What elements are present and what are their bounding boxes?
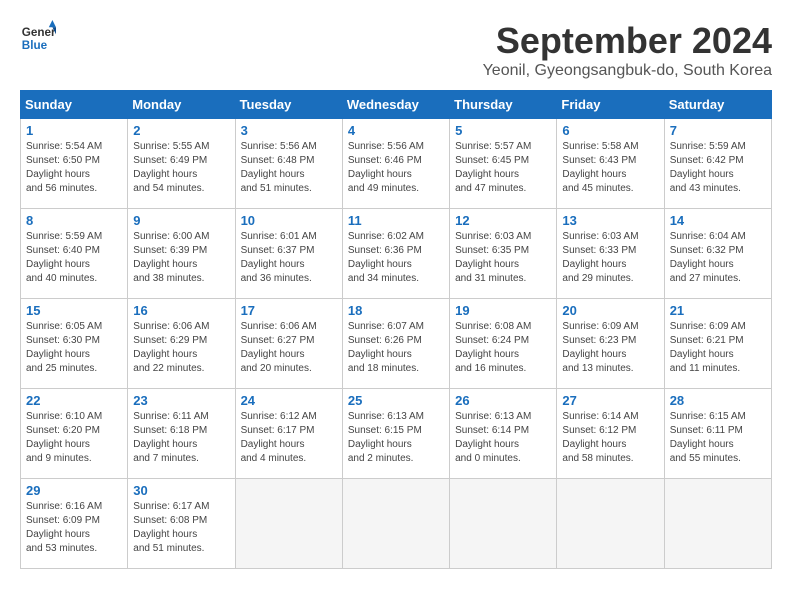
header-tuesday: Tuesday: [235, 91, 342, 119]
table-row: 24Sunrise: 6:12 AMSunset: 6:17 PMDayligh…: [235, 389, 342, 479]
table-row: 6Sunrise: 5:58 AMSunset: 6:43 PMDaylight…: [557, 119, 664, 209]
table-row: 22Sunrise: 6:10 AMSunset: 6:20 PMDayligh…: [21, 389, 128, 479]
header-thursday: Thursday: [450, 91, 557, 119]
table-row: 21Sunrise: 6:09 AMSunset: 6:21 PMDayligh…: [664, 299, 771, 389]
table-row: 13Sunrise: 6:03 AMSunset: 6:33 PMDayligh…: [557, 209, 664, 299]
table-row: 3Sunrise: 5:56 AMSunset: 6:48 PMDaylight…: [235, 119, 342, 209]
table-row: 26Sunrise: 6:13 AMSunset: 6:14 PMDayligh…: [450, 389, 557, 479]
table-row: 29Sunrise: 6:16 AMSunset: 6:09 PMDayligh…: [21, 479, 128, 569]
table-row: 9Sunrise: 6:00 AMSunset: 6:39 PMDaylight…: [128, 209, 235, 299]
table-row: 27Sunrise: 6:14 AMSunset: 6:12 PMDayligh…: [557, 389, 664, 479]
table-row: [342, 479, 449, 569]
week-row-5: 29Sunrise: 6:16 AMSunset: 6:09 PMDayligh…: [21, 479, 772, 569]
table-row: 8Sunrise: 5:59 AMSunset: 6:40 PMDaylight…: [21, 209, 128, 299]
table-row: 18Sunrise: 6:07 AMSunset: 6:26 PMDayligh…: [342, 299, 449, 389]
calendar-body: 1Sunrise: 5:54 AMSunset: 6:50 PMDaylight…: [21, 119, 772, 569]
header-wednesday: Wednesday: [342, 91, 449, 119]
table-row: 30Sunrise: 6:17 AMSunset: 6:08 PMDayligh…: [128, 479, 235, 569]
table-row: 23Sunrise: 6:11 AMSunset: 6:18 PMDayligh…: [128, 389, 235, 479]
week-row-2: 8Sunrise: 5:59 AMSunset: 6:40 PMDaylight…: [21, 209, 772, 299]
week-row-1: 1Sunrise: 5:54 AMSunset: 6:50 PMDaylight…: [21, 119, 772, 209]
header-saturday: Saturday: [664, 91, 771, 119]
logo-icon: General Blue: [20, 20, 56, 56]
table-row: [664, 479, 771, 569]
svg-text:Blue: Blue: [22, 39, 48, 52]
table-row: 1Sunrise: 5:54 AMSunset: 6:50 PMDaylight…: [21, 119, 128, 209]
table-row: 4Sunrise: 5:56 AMSunset: 6:46 PMDaylight…: [342, 119, 449, 209]
table-row: 25Sunrise: 6:13 AMSunset: 6:15 PMDayligh…: [342, 389, 449, 479]
page-header: General Blue September 2024 Yeonil, Gyeo…: [20, 20, 772, 80]
table-row: 15Sunrise: 6:05 AMSunset: 6:30 PMDayligh…: [21, 299, 128, 389]
title-section: September 2024 Yeonil, Gyeongsangbuk-do,…: [483, 20, 772, 80]
calendar-header-row: Sunday Monday Tuesday Wednesday Thursday…: [21, 91, 772, 119]
logo: General Blue: [20, 20, 56, 56]
table-row: 14Sunrise: 6:04 AMSunset: 6:32 PMDayligh…: [664, 209, 771, 299]
header-friday: Friday: [557, 91, 664, 119]
table-row: 10Sunrise: 6:01 AMSunset: 6:37 PMDayligh…: [235, 209, 342, 299]
table-row: 12Sunrise: 6:03 AMSunset: 6:35 PMDayligh…: [450, 209, 557, 299]
month-title: September 2024: [483, 20, 772, 62]
table-row: [235, 479, 342, 569]
table-row: [557, 479, 664, 569]
header-sunday: Sunday: [21, 91, 128, 119]
week-row-3: 15Sunrise: 6:05 AMSunset: 6:30 PMDayligh…: [21, 299, 772, 389]
table-row: 7Sunrise: 5:59 AMSunset: 6:42 PMDaylight…: [664, 119, 771, 209]
table-row: 20Sunrise: 6:09 AMSunset: 6:23 PMDayligh…: [557, 299, 664, 389]
table-row: 19Sunrise: 6:08 AMSunset: 6:24 PMDayligh…: [450, 299, 557, 389]
table-row: 28Sunrise: 6:15 AMSunset: 6:11 PMDayligh…: [664, 389, 771, 479]
table-row: 2Sunrise: 5:55 AMSunset: 6:49 PMDaylight…: [128, 119, 235, 209]
svg-text:General: General: [22, 26, 56, 39]
table-row: 5Sunrise: 5:57 AMSunset: 6:45 PMDaylight…: [450, 119, 557, 209]
table-row: 11Sunrise: 6:02 AMSunset: 6:36 PMDayligh…: [342, 209, 449, 299]
header-monday: Monday: [128, 91, 235, 119]
calendar-table: Sunday Monday Tuesday Wednesday Thursday…: [20, 90, 772, 569]
table-row: [450, 479, 557, 569]
week-row-4: 22Sunrise: 6:10 AMSunset: 6:20 PMDayligh…: [21, 389, 772, 479]
location-subtitle: Yeonil, Gyeongsangbuk-do, South Korea: [483, 62, 772, 80]
table-row: 16Sunrise: 6:06 AMSunset: 6:29 PMDayligh…: [128, 299, 235, 389]
table-row: 17Sunrise: 6:06 AMSunset: 6:27 PMDayligh…: [235, 299, 342, 389]
